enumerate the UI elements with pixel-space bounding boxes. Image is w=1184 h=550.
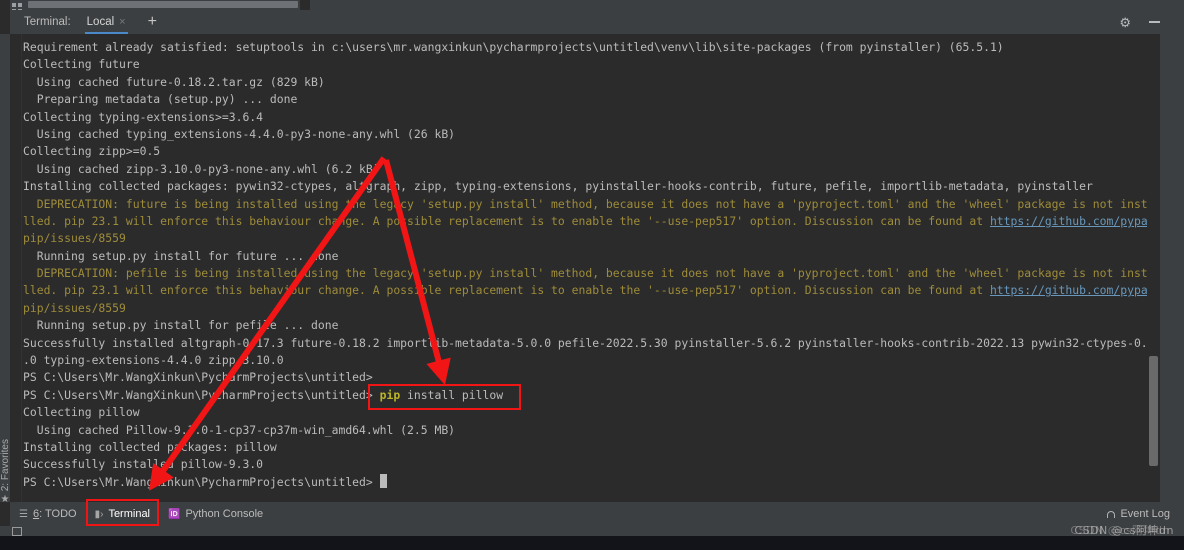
terminal-text: Running setup.py install for pefile ... …	[23, 318, 339, 333]
terminal-line: Preparing metadata (setup.py) ... done	[23, 91, 1146, 108]
terminal-text: Installing collected packages: pywin32-c…	[23, 179, 1093, 194]
terminal-scrollbar[interactable]	[1147, 34, 1160, 502]
terminal-scrollbar-thumb[interactable]	[1149, 356, 1158, 466]
terminal-line: lled. pip 23.1 will enforce this behavio…	[23, 282, 1155, 299]
terminal-text: Requirement already satisfied: setuptool…	[23, 40, 1004, 54]
tab-local-label: Local	[86, 16, 115, 28]
terminal-text: pip/issues/8559	[23, 231, 126, 246]
list-icon: ☰	[19, 508, 28, 520]
terminal-text: Using cached future-0.18.2.tar.gz (829 k…	[23, 74, 325, 89]
gear-icon[interactable]: ⚙	[1119, 16, 1131, 29]
terminal-line: PS C:\Users\Mr.WangXinkun\PycharmProject…	[23, 473, 1146, 491]
status-bar: ☰ 6: TODO ▮› Terminal 🆔 Python Console E…	[10, 499, 1184, 526]
terminal-line: .0 typing-extensions-4.4.0 zipp-3.10.0	[23, 352, 1146, 369]
terminal-text: PS C:\Users\Mr.WangXinkun\PycharmProject…	[23, 474, 380, 489]
terminal-text: lled. pip 23.1 will enforce this behavio…	[23, 283, 990, 298]
terminal-line: DEPRECATION: pefile is being installed u…	[23, 265, 1155, 282]
ide-bottom-strip	[0, 526, 1184, 536]
terminal-text[interactable]: https://github.com/pypa/	[990, 214, 1155, 228]
terminal-text: DEPRECATION: pefile is being installed u…	[23, 266, 1155, 281]
terminal-text: PS C:\Users\Mr.WangXinkun\PycharmProject…	[23, 387, 380, 402]
terminal-output-panel[interactable]: Requirement already satisfied: setuptool…	[10, 34, 1160, 502]
status-item-terminal[interactable]: ▮› Terminal	[85, 499, 160, 526]
terminal-text: Collecting zipp>=0.5	[23, 144, 161, 159]
python-icon: 🆔	[168, 508, 181, 520]
favorites-label: 2: Favorites	[0, 439, 11, 492]
status-item-terminal-label: Terminal	[108, 508, 151, 520]
left-tool-strip: 2: Favorites ★	[0, 34, 11, 506]
terminal-cursor	[379, 473, 387, 488]
terminal-text: PS C:\Users\Mr.WangXinkun\PycharmProject…	[23, 370, 373, 385]
terminal-text: Using cached typing_extensions-4.4.0-py3…	[23, 126, 456, 141]
terminal-line: Running setup.py install for future ... …	[23, 248, 1146, 265]
terminal-line: Using cached typing_extensions-4.4.0-py3…	[23, 126, 1146, 143]
terminal-line: Using cached zipp-3.10.0-py3-none-any.wh…	[23, 161, 1146, 178]
terminal-lines: Requirement already satisfied: setuptool…	[23, 39, 1155, 491]
window-icon[interactable]	[12, 527, 22, 536]
terminal-line: pip/issues/8559	[23, 300, 1146, 317]
terminal-text: .0 typing-extensions-4.4.0 zipp-3.10.0	[23, 353, 284, 368]
terminal-line: Collecting zipp>=0.5	[23, 143, 1146, 160]
terminal-line: Running setup.py install for pefile ... …	[23, 317, 1146, 334]
os-taskbar	[0, 536, 1184, 550]
status-item-todo-label: 6: TODO	[32, 508, 77, 520]
terminal-text: DEPRECATION: future is being installed u…	[23, 196, 1155, 211]
terminal-line: Collecting future	[23, 56, 1146, 73]
editor-gap	[300, 0, 310, 10]
terminal-line: Collecting typing-extensions>=3.6.4	[23, 109, 1146, 126]
close-icon[interactable]: ×	[119, 16, 125, 28]
terminal-text: Running setup.py install for future ... …	[23, 248, 339, 263]
star-icon: ★	[0, 494, 10, 506]
terminal-line: DEPRECATION: future is being installed u…	[23, 196, 1155, 213]
status-bar-right: Event Log	[1107, 508, 1184, 520]
status-item-todo[interactable]: ☰ 6: TODO	[10, 502, 86, 526]
terminal-text: Using cached zipp-3.10.0-py3-none-any.wh…	[23, 161, 380, 176]
terminal-title: Terminal:	[24, 16, 71, 28]
terminal-text: Collecting future	[23, 57, 140, 72]
terminal-text: Installing collected packages: pillow	[23, 439, 277, 454]
terminal-line: Collecting pillow	[23, 404, 1146, 421]
terminal-icon: ▮›	[94, 508, 104, 520]
terminal-line: Installing collected packages: pillow	[23, 439, 1146, 456]
terminal-text[interactable]: https://github.com/pypa/	[990, 283, 1155, 297]
watermark: CSDN @cs阿坤dn	[1074, 524, 1174, 537]
terminal-line: PS C:\Users\Mr.WangXinkun\PycharmProject…	[23, 387, 1146, 404]
terminal-text: Preparing metadata (setup.py) ... done	[23, 92, 298, 107]
annotation-box-command	[368, 384, 521, 410]
terminal-text: pip/issues/8559	[23, 300, 126, 315]
terminal-line: PS C:\Users\Mr.WangXinkun\PycharmProject…	[23, 369, 1146, 386]
ide-window: Terminal: Local × + ⚙ 2: Favorites ★ Req…	[0, 0, 1184, 550]
event-log-label[interactable]: Event Log	[1120, 508, 1170, 520]
terminal-line: Successfully installed altgraph-0.17.3 f…	[23, 335, 1155, 352]
terminal-header-actions: ⚙	[1119, 10, 1160, 34]
terminal-text: Using cached Pillow-9.3.0-1-cp37-cp37m-w…	[23, 422, 456, 437]
status-item-python-label: Python Console	[185, 508, 264, 520]
terminal-line: pip/issues/8559	[23, 230, 1146, 247]
terminal-line: Using cached Pillow-9.3.0-1-cp37-cp37m-w…	[23, 422, 1146, 439]
bell-icon	[1107, 510, 1116, 518]
terminal-text: Successfully installed pillow-9.3.0	[23, 457, 264, 472]
terminal-tab-header: Terminal: Local × +	[10, 10, 1160, 34]
terminal-gutter	[10, 34, 22, 502]
add-tab-button[interactable]: +	[144, 14, 161, 30]
terminal-line: lled. pip 23.1 will enforce this behavio…	[23, 213, 1155, 230]
minimize-icon[interactable]	[1149, 21, 1160, 23]
terminal-text: Collecting pillow	[23, 405, 140, 420]
terminal-line: Successfully installed pillow-9.3.0	[23, 456, 1146, 473]
terminal-text: lled. pip 23.1 will enforce this behavio…	[23, 213, 990, 228]
terminal-text: Successfully installed altgraph-0.17.3 f…	[23, 335, 1155, 350]
terminal-line: Requirement already satisfied: setuptool…	[23, 39, 1146, 56]
status-item-python-console[interactable]: 🆔 Python Console	[159, 502, 272, 526]
terminal-text: Collecting typing-extensions>=3.6.4	[23, 109, 264, 124]
terminal-line: Using cached future-0.18.2.tar.gz (829 k…	[23, 74, 1146, 91]
terminal-line: Installing collected packages: pywin32-c…	[23, 178, 1146, 195]
tab-local[interactable]: Local ×	[84, 10, 128, 34]
editor-horizontal-scrollbar[interactable]	[28, 1, 298, 8]
